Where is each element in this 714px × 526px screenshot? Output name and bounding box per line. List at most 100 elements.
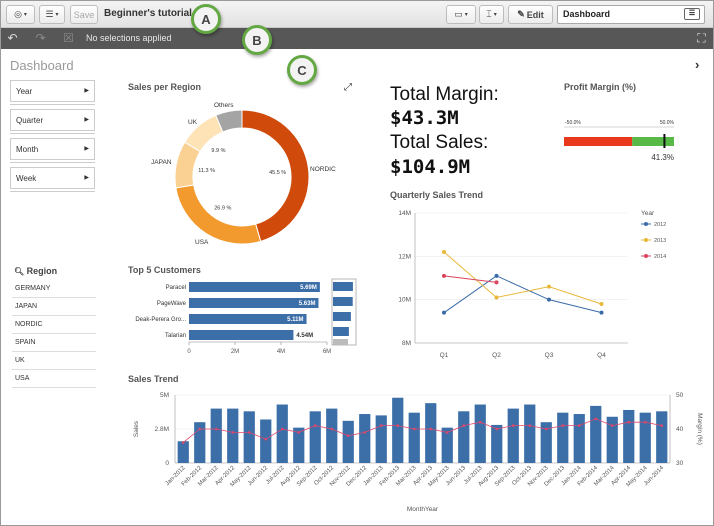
fullscreen-expand-icon[interactable]: ⤢ [344, 82, 352, 93]
trend-xlabel: MonthYear [407, 506, 439, 513]
region-listbox-title: 🔍︎ Region [14, 266, 57, 276]
sales-bar [260, 419, 272, 463]
selection-back-icon[interactable]: ↶ [5, 31, 20, 46]
quarter-xtick-label: Q2 [492, 352, 501, 359]
margin-point [396, 424, 400, 427]
top-customers-chart[interactable]: Paracel 5.69M PageWave 5.63M Deak-Perera Gro… [121, 273, 361, 371]
filter-quarter[interactable]: Quarter ▶ [10, 109, 95, 134]
sales-bar [623, 409, 635, 463]
quarter-legend-dot [644, 222, 648, 226]
trend-y2tick-label: 30 [676, 460, 684, 467]
sales-bar [425, 403, 437, 463]
list-item[interactable]: GERMANY [12, 280, 96, 298]
margin-point [231, 431, 235, 434]
pie-category-label: USA [195, 239, 209, 246]
margin-point [594, 417, 598, 421]
global-menu-button[interactable]: ☰ ▾ [39, 5, 65, 24]
search-icon: 🔍︎ [14, 267, 25, 276]
margin-point [445, 431, 449, 434]
quarter-series-line [443, 275, 602, 314]
kpi-sales-value: $104.9M [390, 156, 471, 178]
quarter-legend-dot [644, 238, 648, 242]
margin-point [660, 424, 664, 427]
list-item[interactable]: NORDIC [12, 316, 96, 334]
selections-bar: ↶ ↷ ☒ No selections applied ⛶ [1, 28, 713, 49]
list-item[interactable]: SPAIN [12, 334, 96, 352]
filter-stripe [10, 132, 95, 134]
quarter-xtick-label: Q1 [440, 352, 449, 359]
margin-point [379, 424, 383, 427]
region-title-text: Region [26, 266, 58, 276]
margin-point [297, 431, 301, 434]
filter-month[interactable]: Month ▶ [10, 138, 95, 163]
chevron-down-icon: ▾ [23, 12, 27, 18]
sheet-name: Dashboard [563, 9, 611, 19]
save-button[interactable]: Save [70, 5, 98, 24]
sales-bar [375, 415, 387, 463]
sales-bar [210, 408, 222, 463]
quarterly-sales-chart[interactable]: 8M 10M 12M 14M Q1 Q2 Q3 Q4 Year 2012 2013 2014 [371, 201, 701, 371]
trend-y2tick-label: 50 [676, 392, 684, 399]
sales-bar [309, 411, 321, 463]
minimap-bar [333, 327, 349, 336]
expand-chevron-icon[interactable]: › [695, 57, 699, 72]
bookmark-icon: ⌶ [486, 9, 492, 19]
sales-bar [458, 411, 470, 463]
sales-bar [656, 411, 668, 463]
customer-label: Talarian [165, 333, 186, 339]
sales-trend-chart[interactable]: 02.8M5M304050Jan-2012Feb-2012Mar-2012Apr… [121, 384, 711, 522]
margin-point [412, 427, 416, 431]
quarter-point [494, 273, 499, 278]
navigation-button[interactable]: ◎ ▾ [6, 5, 35, 24]
customer-tick-label: 2M [231, 349, 239, 355]
gauge-value-label: 41.3% [651, 153, 674, 162]
quarter-point [547, 284, 551, 289]
chevron-down-icon: ▾ [55, 12, 59, 18]
sales-bar [177, 441, 189, 463]
margin-point [313, 424, 317, 427]
app-window: ◎ ▾ ☰ ▾ Save Beginner's tutorial ▭ ▾ ⌶ ▾ ✎ E… [0, 0, 714, 526]
pie-slice [175, 184, 262, 245]
profit-margin-gauge[interactable]: -50.0% 50.0% 41.3% [561, 113, 681, 165]
quarter-legend-label: 2013 [654, 238, 666, 244]
list-item[interactable]: USA [12, 370, 96, 388]
sheet-selector[interactable]: Dashboard ☰ [557, 5, 705, 24]
region-pie-chart[interactable]: 45.5 % NORDIC 26.9 % USA 11.3 % JAPAN 9.9 % UK O… [121, 93, 361, 253]
chevron-down-icon: ▾ [493, 12, 497, 18]
margin-point [561, 424, 565, 427]
margin-line [182, 418, 662, 443]
pie-pct-label: 11.3 % [198, 168, 215, 174]
gauge-red-band [564, 137, 633, 146]
sales-bar [359, 414, 371, 463]
filter-label: Year [16, 87, 33, 96]
filter-label: Quarter [16, 116, 44, 125]
gauge-max-label: 50.0% [660, 120, 675, 126]
minimap-bar [333, 312, 351, 321]
clear-selections-icon[interactable]: ☒ [61, 31, 76, 46]
minimap-bar [333, 297, 353, 306]
quarter-point [547, 297, 551, 302]
sales-bar [573, 414, 585, 463]
selection-status: No selections applied [86, 33, 172, 43]
filter-week[interactable]: Week ▶ [10, 167, 95, 192]
sales-bar [639, 412, 651, 463]
pie-category-label: JAPAN [151, 159, 172, 166]
smart-search-icon[interactable]: ⛶ [694, 31, 709, 46]
filter-stripe [10, 190, 95, 192]
customer-tick-label: 0 [187, 349, 191, 355]
edit-button[interactable]: ✎ Edit [508, 5, 553, 24]
list-item[interactable]: UK [12, 352, 96, 370]
filter-year[interactable]: Year ▶ [10, 80, 95, 105]
quarter-point [442, 250, 446, 254]
quarter-series-line [443, 275, 497, 283]
selection-forward-icon[interactable]: ↷ [33, 31, 48, 46]
sheet-title: Dashboard [10, 58, 74, 73]
list-item[interactable]: JAPAN [12, 298, 96, 316]
story-menu-button[interactable]: ▭ ▾ [446, 5, 476, 24]
sales-bar [392, 397, 404, 463]
bookmark-button[interactable]: ⌶ ▾ [479, 5, 504, 24]
margin-point [643, 420, 647, 424]
edit-label: Edit [526, 9, 544, 20]
margin-point [528, 424, 532, 427]
quarter-ytick-label: 14M [398, 210, 411, 217]
